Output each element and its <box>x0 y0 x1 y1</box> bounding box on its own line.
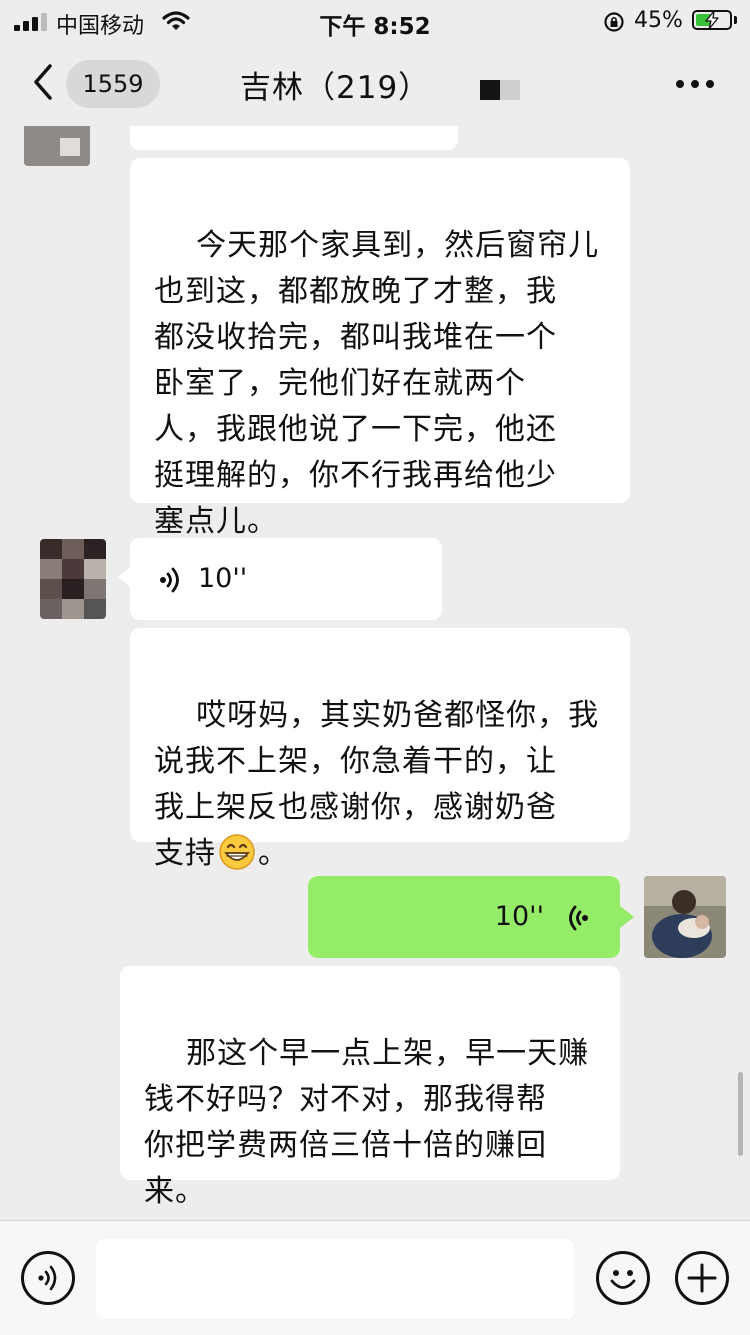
message-bubble-incoming[interactable]: 今天那个家具到，然后窗帘儿 也到这，都都放晚了才整，我 都没收拾完，都叫我堆在一… <box>130 158 630 539</box>
unread-count-badge[interactable]: 1559 <box>66 60 160 108</box>
back-chevron-icon[interactable] <box>28 62 58 102</box>
more-dots-icon[interactable] <box>670 72 720 96</box>
avatar[interactable] <box>644 876 726 958</box>
message-list[interactable]: 今天那个家具到，然后窗帘儿 也到这，都都放晚了才整，我 都没收拾完，都叫我堆在一… <box>0 126 750 1220</box>
bubble-tail <box>620 906 634 928</box>
status-bar: 中国移动 下午 8:52 45% <box>0 0 750 42</box>
message-input[interactable] <box>96 1239 574 1319</box>
chat-title: 吉林（219） <box>240 70 431 106</box>
plus-icon[interactable] <box>675 1251 729 1305</box>
emoji-icon[interactable] <box>596 1251 650 1305</box>
message-bubble-incoming[interactable]: 哎呀妈，其实奶爸都怪你，我 说我不上架，你急着干的，让 我上架反也感谢你，感谢奶… <box>130 628 630 871</box>
charging-bolt-icon <box>705 10 719 30</box>
battery-tip <box>734 16 737 24</box>
pixelated-muted-icon <box>480 80 520 100</box>
message-bubble-partial[interactable] <box>130 126 458 150</box>
voice-message-incoming[interactable]: 10'' <box>130 538 442 620</box>
grinning-emoji <box>219 834 255 870</box>
voice-input-icon[interactable] <box>21 1251 75 1305</box>
chat-header: 1559 吉林（219） <box>0 42 750 126</box>
voice-wave-icon <box>569 905 588 931</box>
message-text: 那这个早一点上架，早一天赚 钱不好吗？对不对，那我得帮 你把学费两倍三倍十倍的赚… <box>144 1036 590 1209</box>
voice-duration: 10'' <box>198 563 248 594</box>
avatar[interactable] <box>40 539 106 619</box>
voice-duration: 10'' <box>494 901 544 932</box>
battery-percent: 45% <box>634 8 683 33</box>
voice-message-outgoing[interactable]: 10'' <box>308 876 620 958</box>
scrollbar[interactable] <box>738 1072 743 1156</box>
message-bubble-outgoing[interactable]: 那这个早一点上架，早一天赚 钱不好吗？对不对，那我得帮 你把学费两倍三倍十倍的赚… <box>120 966 620 1209</box>
rotation-lock-icon <box>604 12 624 32</box>
message-text: 今天那个家具到，然后窗帘儿 也到这，都都放晚了才整，我 都没收拾完，都叫我堆在一… <box>154 228 600 539</box>
avatar-pixelated-image <box>40 539 106 619</box>
message-text-suffix: 。 <box>258 836 289 871</box>
avatar[interactable] <box>24 126 90 166</box>
avatar-photo <box>644 876 726 958</box>
input-bar <box>0 1220 750 1335</box>
voice-wave-icon <box>160 567 179 593</box>
